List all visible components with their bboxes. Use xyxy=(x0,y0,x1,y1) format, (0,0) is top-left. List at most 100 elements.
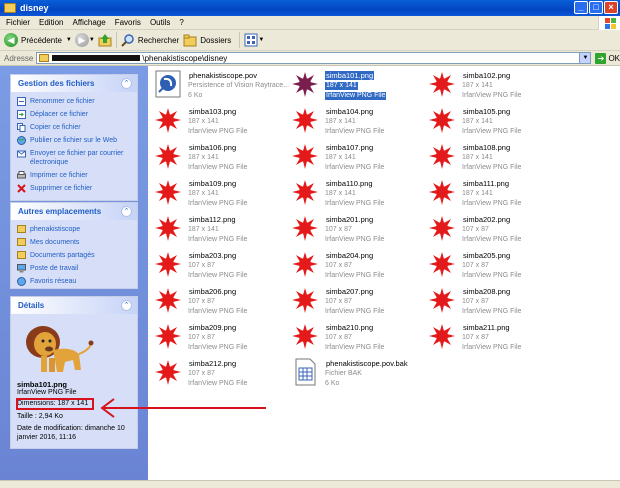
file-type: IrfanView PNG File xyxy=(325,128,385,135)
menu-affichage[interactable]: Affichage xyxy=(72,18,105,27)
file-item[interactable]: simba101.png 187 x 141 IrfanView PNG File xyxy=(291,70,431,100)
move-icon xyxy=(17,110,26,119)
task-copy[interactable]: Copier ce fichier xyxy=(17,123,131,132)
details-panel: Détails ⌃ simba101.png IrfanView PNG Fil… xyxy=(10,296,138,449)
menu-edition[interactable]: Edition xyxy=(39,18,63,27)
file-item[interactable]: simba210.png 107 x 87 IrfanView PNG File xyxy=(291,322,431,352)
place-network[interactable]: Favoris réseau xyxy=(17,277,131,286)
file-name: simba202.png xyxy=(463,215,511,224)
details-title: Détails xyxy=(18,301,45,310)
task-print[interactable]: Imprimer ce fichier xyxy=(17,171,131,180)
status-bar xyxy=(0,480,620,488)
file-info: 107 x 87 xyxy=(325,298,352,305)
back-arrow-icon[interactable]: ◀ xyxy=(4,33,18,47)
task-move[interactable]: Déplacer ce fichier xyxy=(17,110,131,119)
place-phenakistiscope[interactable]: phenakistiscope xyxy=(17,225,131,234)
address-label: Adresse xyxy=(4,53,34,63)
menu-favoris[interactable]: Favoris xyxy=(115,18,141,27)
back-dropdown-icon[interactable]: ▼ xyxy=(66,37,72,43)
view-mode-icon[interactable] xyxy=(244,33,258,47)
file-item[interactable]: simba106.png 187 x 141 IrfanView PNG File xyxy=(154,142,294,172)
windows-logo-icon xyxy=(598,16,620,30)
file-info: 107 x 87 xyxy=(325,262,352,269)
place-shared-documents[interactable]: Documents partagés xyxy=(17,251,131,260)
file-item[interactable]: simba109.png 187 x 141 IrfanView PNG File xyxy=(154,178,294,208)
png-image-icon xyxy=(291,70,319,98)
file-type: IrfanView PNG File xyxy=(325,200,385,207)
file-item[interactable]: simba103.png 187 x 141 IrfanView PNG File xyxy=(154,106,294,136)
minimize-button[interactable]: _ xyxy=(574,1,588,14)
file-info: Persistence of Vision Raytrace... xyxy=(188,82,290,89)
back-button[interactable]: Précédente xyxy=(21,36,62,45)
file-item[interactable]: simba108.png 187 x 141 IrfanView PNG File xyxy=(428,142,568,172)
task-rename[interactable]: Renommer ce fichier xyxy=(17,97,131,106)
file-item[interactable]: simba203.png 107 x 87 IrfanView PNG File xyxy=(154,250,294,280)
file-item[interactable]: simba212.png 107 x 87 IrfanView PNG File xyxy=(154,358,294,388)
view-dropdown-icon[interactable]: ▼ xyxy=(258,37,264,43)
maximize-button[interactable]: □ xyxy=(589,1,603,14)
collapse-chevron-icon[interactable]: ⌃ xyxy=(121,78,132,89)
file-name: simba209.png xyxy=(189,323,237,332)
png-image-icon xyxy=(428,214,456,242)
place-my-computer[interactable]: Poste de travail xyxy=(17,264,131,273)
png-image-icon xyxy=(154,322,182,350)
menu-outils[interactable]: Outils xyxy=(150,18,170,27)
collapse-chevron-icon[interactable]: ⌃ xyxy=(121,206,132,217)
file-type: IrfanView PNG File xyxy=(188,380,248,387)
file-item[interactable]: simba204.png 107 x 87 IrfanView PNG File xyxy=(291,250,431,280)
png-image-icon xyxy=(154,286,182,314)
search-button[interactable]: Rechercher xyxy=(138,36,179,45)
toolbar-separator xyxy=(115,32,117,48)
png-image-icon xyxy=(154,358,182,386)
file-item[interactable]: simba202.png 107 x 87 IrfanView PNG File xyxy=(428,214,568,244)
file-name: simba109.png xyxy=(189,179,237,188)
png-image-icon xyxy=(291,250,319,278)
toolbar-separator xyxy=(239,32,241,48)
file-item[interactable]: simba208.png 107 x 87 IrfanView PNG File xyxy=(428,286,568,316)
file-name: simba112.png xyxy=(189,215,236,224)
close-button[interactable]: × xyxy=(604,1,618,14)
up-folder-icon[interactable] xyxy=(98,33,112,47)
globe-icon xyxy=(17,136,26,145)
go-button[interactable]: ➔ OK xyxy=(595,52,620,64)
file-info: 107 x 87 xyxy=(188,262,215,269)
task-delete[interactable]: Supprimer ce fichier xyxy=(17,184,131,193)
address-dropdown-icon[interactable]: ▼ xyxy=(579,53,591,63)
file-item[interactable]: simba105.png 187 x 141 IrfanView PNG File xyxy=(428,106,568,136)
file-item[interactable]: simba205.png 107 x 87 IrfanView PNG File xyxy=(428,250,568,280)
place-my-documents[interactable]: Mes documents xyxy=(17,238,131,247)
forward-dropdown-icon[interactable]: ▼ xyxy=(89,37,95,43)
file-item[interactable]: simba102.png 187 x 141 IrfanView PNG File xyxy=(428,70,568,100)
file-item[interactable]: simba209.png 107 x 87 IrfanView PNG File xyxy=(154,322,294,352)
file-item[interactable]: simba207.png 107 x 87 IrfanView PNG File xyxy=(291,286,431,316)
file-item[interactable]: simba112.png 187 x 141 IrfanView PNG File xyxy=(154,214,294,244)
file-info: 187 x 141 xyxy=(188,226,219,233)
folder-icon xyxy=(4,3,16,13)
collapse-chevron-icon[interactable]: ⌃ xyxy=(121,300,132,311)
png-image-icon xyxy=(428,250,456,278)
computer-icon xyxy=(17,264,26,273)
file-item[interactable]: phenakistiscope.pov.bak Fichier BAK 6 Ko xyxy=(291,358,431,388)
forward-arrow-icon[interactable]: ▶ xyxy=(74,33,89,47)
file-item[interactable]: phenakistiscope.pov Persistence of Vision… xyxy=(154,70,294,100)
menu-help[interactable]: ? xyxy=(179,18,183,27)
file-type: IrfanView PNG File xyxy=(462,236,522,243)
file-item[interactable]: simba206.png 107 x 87 IrfanView PNG File xyxy=(154,286,294,316)
file-info: 187 x 141 xyxy=(325,82,358,90)
task-email[interactable]: Envoyer ce fichier par courrier électron… xyxy=(17,149,131,167)
file-item[interactable]: simba110.png 187 x 141 IrfanView PNG File xyxy=(291,178,431,208)
file-item[interactable]: simba201.png 107 x 87 IrfanView PNG File xyxy=(291,214,431,244)
task-publish-web[interactable]: Publier ce fichier sur le Web xyxy=(17,136,131,145)
file-type: IrfanView PNG File xyxy=(188,272,248,279)
network-globe-icon xyxy=(17,277,26,286)
file-info: 187 x 141 xyxy=(462,154,493,161)
folders-button[interactable]: Dossiers xyxy=(200,36,231,45)
folders-icon xyxy=(183,34,197,47)
file-item[interactable]: simba104.png 187 x 141 IrfanView PNG File xyxy=(291,106,431,136)
file-item[interactable]: simba211.png 107 x 87 IrfanView PNG File xyxy=(428,322,568,352)
file-item[interactable]: simba111.png 187 x 141 IrfanView PNG File xyxy=(428,178,568,208)
address-input[interactable]: \phenakistiscope\disney ▼ xyxy=(36,52,592,64)
file-item[interactable]: simba107.png 187 x 141 IrfanView PNG File xyxy=(291,142,431,172)
menu-fichier[interactable]: Fichier xyxy=(6,18,30,27)
redacted-path xyxy=(52,55,141,61)
